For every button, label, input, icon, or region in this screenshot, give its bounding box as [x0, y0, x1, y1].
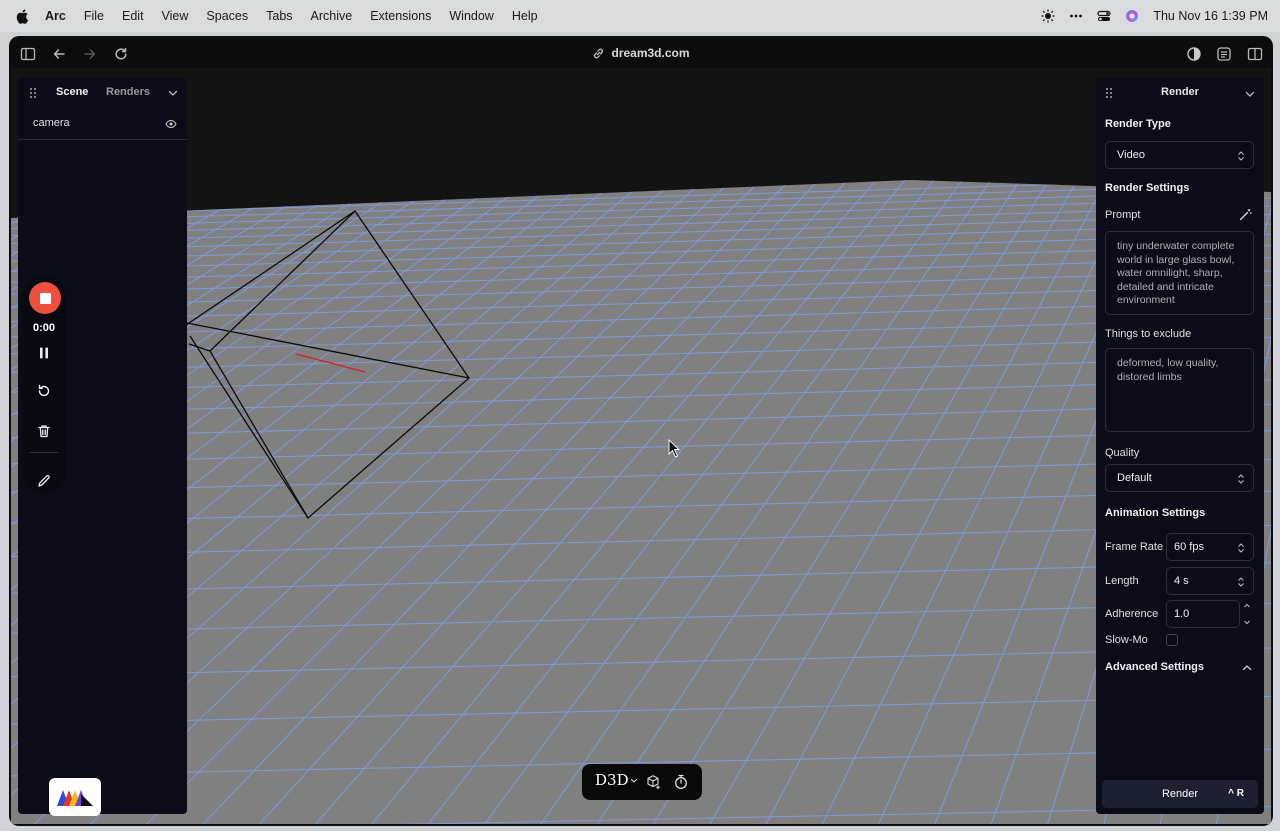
trash-icon[interactable]	[37, 424, 51, 438]
adherence-input[interactable]: 1.0	[1166, 600, 1240, 628]
menu-archive[interactable]: Archive	[311, 9, 353, 23]
browser-window: dream3d.com Scene Renders camera 0:00 D3…	[9, 36, 1273, 826]
browser-toolbar: dream3d.com	[9, 36, 1273, 72]
arc-boost-icon[interactable]	[1186, 46, 1202, 62]
brightness-icon[interactable]	[1041, 9, 1055, 23]
3d-viewport[interactable]	[11, 68, 1271, 824]
menu-window[interactable]: Window	[449, 9, 493, 23]
number-stepper-icon[interactable]	[1242, 601, 1252, 627]
scene-object-row[interactable]: camera	[18, 108, 187, 140]
prompt-label: Prompt	[1105, 209, 1141, 221]
render-type-heading: Render Type	[1105, 118, 1171, 130]
quality-label: Quality	[1105, 447, 1140, 459]
length-label: Length	[1105, 575, 1139, 587]
updown-chevron-icon	[1238, 543, 1244, 553]
menu-edit[interactable]: Edit	[122, 9, 144, 23]
chevron-down-icon[interactable]	[1244, 88, 1256, 100]
adherence-value: 1.0	[1174, 608, 1190, 620]
d3d-logo[interactable]: D3D	[595, 771, 629, 789]
menu-file[interactable]: File	[84, 9, 104, 23]
url-bar[interactable]: dream3d.com	[9, 46, 1273, 60]
updown-chevron-icon	[1238, 577, 1244, 587]
prompt-textarea[interactable]: tiny underwater complete world in large …	[1105, 231, 1254, 315]
tab-scene[interactable]: Scene	[56, 86, 88, 98]
frame-rate-value: 60 fps	[1174, 541, 1204, 553]
recording-timer: 0:00	[32, 322, 56, 334]
control-center-icon[interactable]	[1097, 9, 1111, 23]
scene-panel-header: Scene Renders	[18, 78, 187, 108]
updown-chevron-icon	[1238, 151, 1244, 161]
chevron-down-icon[interactable]	[630, 777, 638, 785]
render-panel: Render Render Type Video Render Settings…	[1096, 78, 1264, 814]
toolbar-divider	[30, 452, 58, 453]
quality-select[interactable]: Default	[1105, 464, 1254, 492]
link-icon	[594, 48, 604, 58]
animation-settings-heading: Animation Settings	[1105, 507, 1206, 519]
pause-icon[interactable]	[37, 346, 51, 360]
scene-canvas[interactable]	[11, 68, 1271, 824]
advanced-settings-heading[interactable]: Advanced Settings	[1105, 661, 1204, 673]
scene-object-label[interactable]: camera	[33, 117, 70, 129]
visibility-eye-icon[interactable]	[165, 119, 177, 129]
stop-recording-button[interactable]	[29, 282, 61, 314]
menu-extensions[interactable]: Extensions	[370, 9, 431, 23]
menu-help[interactable]: Help	[512, 9, 538, 23]
menu-view[interactable]: View	[162, 9, 189, 23]
render-settings-heading: Render Settings	[1105, 182, 1190, 194]
prompt-text: tiny underwater complete world in large …	[1117, 240, 1235, 307]
apple-logo-icon[interactable]	[15, 8, 31, 24]
render-shortcut: ^ R	[1228, 788, 1244, 799]
recording-toolbar: 0:00	[22, 276, 66, 494]
render-type-value: Video	[1117, 149, 1145, 161]
length-value: 4 s	[1174, 575, 1189, 587]
split-view-icon[interactable]	[1247, 46, 1263, 62]
stop-square-icon	[39, 292, 51, 304]
drag-handle-icon[interactable]	[28, 87, 38, 99]
length-select[interactable]: 4 s	[1166, 567, 1254, 595]
reader-notes-icon[interactable]	[1216, 46, 1232, 62]
scene-panel: Scene Renders camera 0:00	[18, 78, 187, 814]
render-type-select[interactable]: Video	[1105, 141, 1254, 169]
url-text[interactable]: dream3d.com	[611, 46, 689, 60]
more-dots-icon[interactable]	[1069, 9, 1083, 23]
exclude-label: Things to exclude	[1105, 328, 1192, 340]
menu-spaces[interactable]: Spaces	[206, 9, 248, 23]
menubar-clock[interactable]: Thu Nov 16 1:39 PM	[1153, 9, 1268, 23]
adherence-label: Adherence	[1105, 608, 1159, 620]
siri-icon[interactable]	[1125, 9, 1139, 23]
stopwatch-icon[interactable]	[674, 774, 688, 790]
magic-wand-icon[interactable]	[1239, 208, 1252, 221]
restart-icon[interactable]	[37, 384, 51, 398]
quality-value: Default	[1117, 472, 1152, 484]
slowmo-checkbox[interactable]	[1166, 634, 1178, 646]
updown-chevron-icon	[1238, 474, 1244, 484]
add-cube-icon[interactable]	[646, 774, 662, 790]
frame-rate-label: Frame Rate	[1105, 541, 1164, 553]
macos-menubar: Arc File Edit View Spaces Tabs Archive E…	[0, 0, 1280, 32]
render-panel-title: Render	[1161, 86, 1199, 98]
menu-app-name[interactable]: Arc	[45, 9, 66, 23]
tab-renders[interactable]: Renders	[106, 86, 150, 98]
chevron-up-icon[interactable]	[1241, 662, 1253, 674]
frame-rate-select[interactable]: 60 fps	[1166, 533, 1254, 561]
brand-logo-tile[interactable]	[49, 778, 101, 816]
pencil-icon[interactable]	[37, 474, 51, 488]
menu-tabs[interactable]: Tabs	[266, 9, 292, 23]
exclude-text: deformed, low quality, distored limbs	[1117, 357, 1219, 383]
bottom-dock: D3D	[582, 764, 702, 800]
render-button[interactable]: Render ^ R	[1102, 780, 1258, 808]
brand-logo-icon	[57, 790, 93, 806]
chevron-down-icon[interactable]	[167, 87, 179, 99]
exclude-textarea[interactable]: deformed, low quality, distored limbs	[1105, 348, 1254, 432]
slowmo-label: Slow-Mo	[1105, 634, 1148, 646]
